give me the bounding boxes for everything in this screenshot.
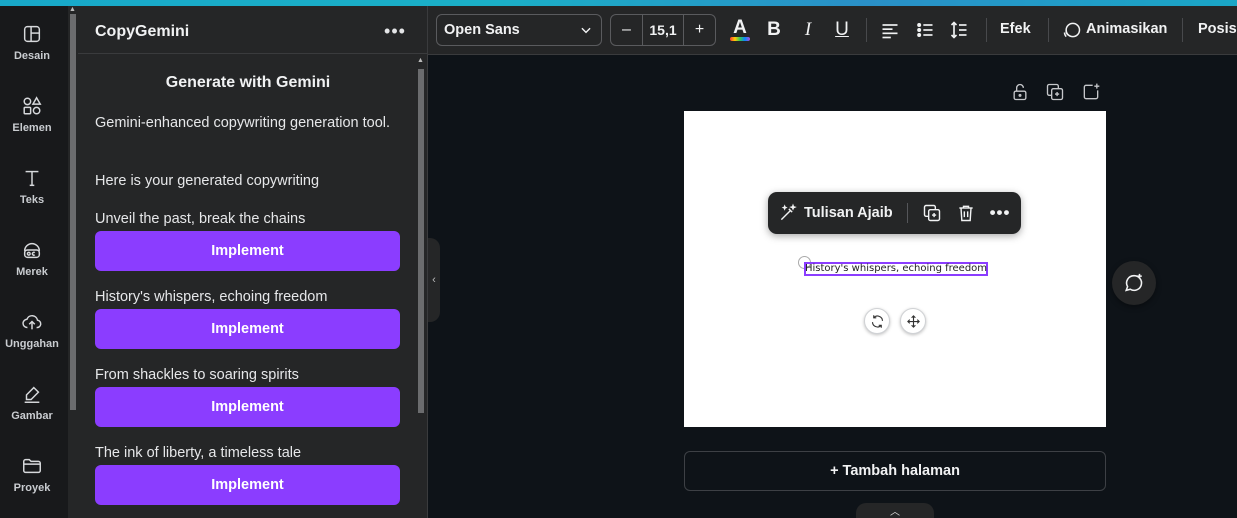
implement-button[interactable]: Implement	[95, 387, 400, 427]
generate-heading: Generate with Gemini	[165, 74, 331, 91]
rail-label: Teks	[19, 193, 45, 206]
more-icon[interactable]: •••	[988, 202, 1012, 224]
text-toolbar: Open Sans – 15,1 + A B I U Efek Animasik…	[428, 6, 1237, 55]
rail-scrollbar[interactable]: ▲	[68, 6, 78, 518]
upload-cloud-icon	[22, 314, 42, 329]
font-size-value[interactable]: 15,1	[643, 15, 683, 45]
scroll-up-arrow-icon[interactable]: ▲	[417, 57, 424, 64]
rail-label: Elemen	[12, 121, 52, 134]
rail-item-merek[interactable]: Merek	[0, 226, 64, 290]
magic-wand-icon	[780, 203, 797, 221]
position-button[interactable]: Posisi	[1198, 21, 1237, 37]
panel-header: CopyGemini •••	[78, 6, 428, 54]
pages-drawer-handle[interactable]: ︿	[856, 503, 934, 518]
implement-button[interactable]: Implement	[95, 309, 400, 349]
toolbar-divider	[986, 18, 987, 42]
trash-icon[interactable]	[954, 202, 978, 224]
toolbar-divider	[866, 18, 867, 42]
generated-label: Here is your generated copywriting	[95, 173, 320, 189]
add-page-icon[interactable]	[1081, 82, 1103, 104]
rail-item-unggahan[interactable]: Unggahan	[0, 298, 64, 362]
color-rainbow-bar	[730, 37, 750, 41]
rail-label: Proyek	[13, 481, 51, 494]
bold-button[interactable]: B	[760, 16, 788, 44]
magic-write-button[interactable]: Tulisan Ajaib	[778, 202, 893, 224]
context-divider	[907, 203, 908, 223]
underline-button[interactable]: U	[828, 16, 856, 44]
brand-icon	[23, 242, 41, 258]
bullet-list-icon[interactable]	[911, 16, 939, 44]
toolbar-divider	[1048, 18, 1049, 42]
font-size-stepper: – 15,1 +	[610, 14, 716, 46]
text-icon	[25, 170, 39, 186]
rail-item-desain[interactable]: Desain	[0, 10, 64, 74]
effects-button[interactable]: Efek	[1000, 21, 1031, 37]
rotate-icon[interactable]	[864, 308, 890, 334]
move-icon[interactable]	[900, 308, 926, 334]
panel-title: CopyGemini	[95, 23, 190, 40]
animate-button[interactable]: Animasikan	[1086, 21, 1167, 37]
selected-text-box[interactable]: History's whispers, echoing freedom	[804, 262, 988, 276]
left-rail: Desain Elemen Teks Merek Unggahan Gambar…	[0, 6, 68, 518]
rail-item-proyek[interactable]: Proyek	[0, 442, 64, 506]
side-panel: CopyGemini ••• Generate with Gemini Gemi…	[78, 6, 428, 518]
folder-icon	[23, 458, 41, 473]
chevron-left-icon: ‹	[432, 274, 436, 286]
font-family-value: Open Sans	[444, 22, 520, 38]
duplicate-icon[interactable]	[920, 202, 944, 224]
text-color-icon: A	[733, 17, 747, 38]
implement-button[interactable]: Implement	[95, 465, 400, 505]
comment-plus-icon	[1124, 273, 1143, 292]
lock-icon[interactable]	[1010, 82, 1032, 104]
align-left-icon[interactable]	[876, 16, 904, 44]
copy-text: The ink of liberty, a timeless tale	[95, 445, 302, 461]
rail-item-gambar[interactable]: Gambar	[0, 370, 64, 434]
layout-icon	[23, 25, 41, 42]
animate-icon[interactable]	[1058, 16, 1086, 44]
panel-body: Generate with Gemini Gemini-enhanced cop…	[78, 55, 418, 518]
rail-item-elemen[interactable]: Elemen	[0, 82, 64, 146]
shapes-icon	[23, 95, 42, 115]
add-page-button[interactable]: + Tambah halaman	[684, 451, 1106, 491]
line-spacing-icon[interactable]	[945, 16, 973, 44]
add-comment-button[interactable]	[1112, 261, 1156, 305]
rail-label: Merek	[16, 265, 48, 278]
magic-write-label: Tulisan Ajaib	[804, 205, 893, 221]
italic-button[interactable]: I	[794, 16, 822, 44]
tool-description: Gemini-enhanced copywriting generation t…	[95, 115, 391, 131]
rail-scroll-thumb[interactable]	[70, 14, 76, 410]
more-options-icon[interactable]: •••	[384, 20, 406, 42]
duplicate-page-icon[interactable]	[1045, 82, 1067, 104]
rail-label: Unggahan	[5, 337, 59, 350]
toolbar-divider	[1182, 18, 1183, 42]
copy-text: From shackles to soaring spirits	[95, 367, 299, 383]
font-family-select[interactable]: Open Sans	[436, 14, 602, 46]
text-color-button[interactable]: A	[726, 16, 754, 44]
decrease-size-button[interactable]: –	[611, 15, 643, 45]
increase-size-button[interactable]: +	[683, 15, 715, 45]
copy-text: History's whispers, echoing freedom	[95, 289, 328, 305]
panel-scroll-thumb[interactable]	[418, 69, 424, 413]
draw-icon	[24, 386, 40, 403]
collapse-panel-button[interactable]: ‹	[428, 238, 440, 322]
chevron-down-icon	[581, 27, 591, 34]
chevron-up-icon: ︿	[890, 507, 900, 518]
panel-scrollbar[interactable]: ▲	[416, 57, 426, 517]
copy-text: Unveil the past, break the chains	[95, 211, 306, 227]
rail-item-teks[interactable]: Teks	[0, 154, 64, 218]
context-toolbar: Tulisan Ajaib •••	[768, 192, 1021, 234]
rail-label: Desain	[13, 49, 51, 62]
scroll-up-arrow-icon[interactable]: ▲	[69, 6, 76, 13]
implement-button[interactable]: Implement	[95, 231, 400, 271]
rail-label: Gambar	[11, 409, 53, 422]
